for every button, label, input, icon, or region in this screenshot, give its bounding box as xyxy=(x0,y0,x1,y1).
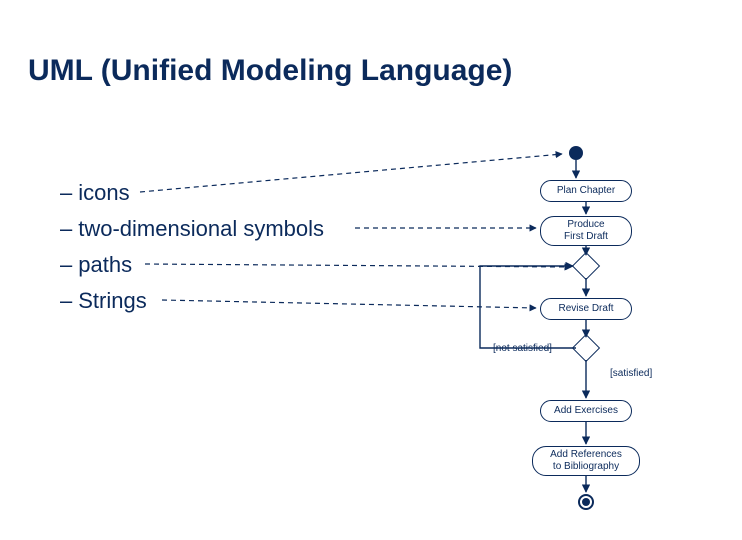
guard-satisfied: [satisfied] xyxy=(610,368,652,379)
activity-plan-chapter-label: Plan Chapter xyxy=(557,185,615,197)
activity-produce-first-draft-label: Produce First Draft xyxy=(564,219,608,243)
activity-add-exercises-label: Add Exercises xyxy=(554,405,618,417)
activity-add-references: Add References to Bibliography xyxy=(532,446,640,476)
activity-add-exercises: Add Exercises xyxy=(540,400,632,422)
initial-node-icon xyxy=(569,146,583,160)
activity-add-references-label: Add References to Bibliography xyxy=(550,449,622,473)
final-node-icon xyxy=(578,494,594,510)
activity-produce-first-draft: Produce First Draft xyxy=(540,216,632,246)
activity-plan-chapter: Plan Chapter xyxy=(540,180,632,202)
uml-activity-diagram: Plan Chapter Produce First Draft Revise … xyxy=(0,0,742,540)
activity-revise-draft: Revise Draft xyxy=(540,298,632,320)
activity-revise-draft-label: Revise Draft xyxy=(558,303,613,315)
guard-not-satisfied: [not satisfied] xyxy=(493,343,552,354)
merge-node-icon xyxy=(572,252,600,280)
decision-node-icon xyxy=(572,334,600,362)
